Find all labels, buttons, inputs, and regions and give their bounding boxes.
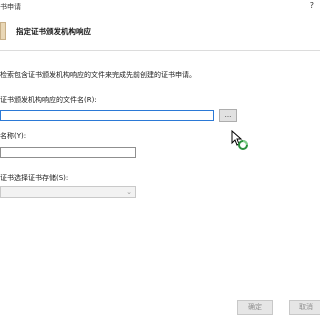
file-name-label: 证书颁发机构响应的文件名(R): [0, 96, 97, 104]
chevron-down-icon: ⌄ [126, 188, 132, 196]
dialog-header: 指定证书颁发机构响应 [0, 14, 320, 51]
cancel-button[interactable]: 取消 [289, 300, 320, 315]
ok-button[interactable]: 确定 [237, 300, 273, 315]
friendly-name-label: 名称(Y): [0, 132, 27, 140]
browse-button[interactable]: ... [219, 109, 237, 122]
title-bar: 书申请 ? [0, 0, 320, 14]
busy-cursor-icon [231, 130, 248, 150]
instructions-text: 检索包含证书颁发机构响应的文件来完成先前创建的证书申请。 [0, 71, 196, 79]
help-button[interactable]: ? [310, 1, 314, 10]
file-name-input[interactable] [0, 110, 214, 121]
page-title: 指定证书颁发机构响应 [16, 27, 91, 36]
certificate-store-label: 证书选择证书存储(S): [0, 174, 69, 182]
certificate-icon [0, 22, 6, 40]
friendly-name-input[interactable] [0, 147, 136, 158]
window-title: 书申请 [0, 3, 21, 11]
certificate-store-select[interactable]: ⌄ [0, 186, 136, 198]
